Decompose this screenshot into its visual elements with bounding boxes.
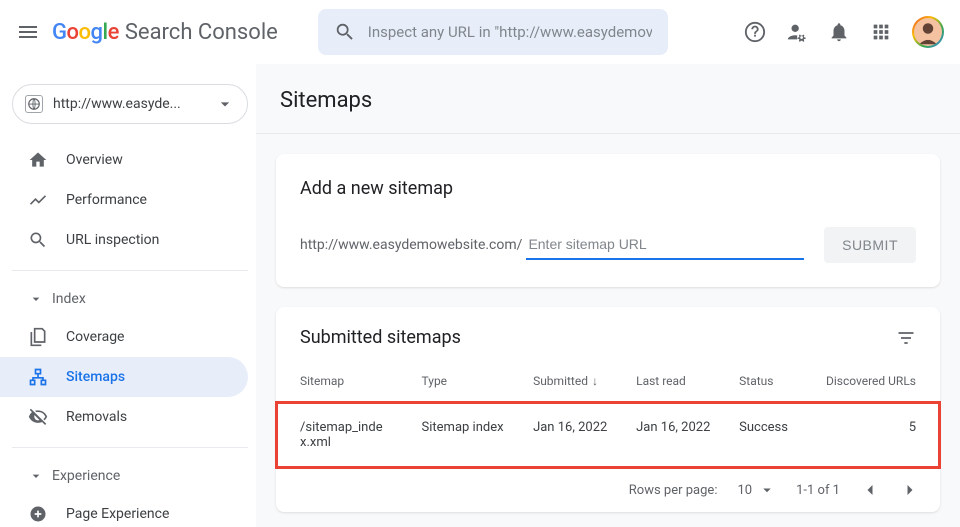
col-status[interactable]: Status bbox=[729, 360, 804, 402]
submitted-sitemaps-card: Submitted sitemaps Sitemap Type Submitte… bbox=[276, 307, 940, 512]
help-icon[interactable] bbox=[744, 21, 766, 43]
property-domain: http://www.easyde... bbox=[53, 96, 215, 112]
search-placeholder: Inspect any URL in "http://www.easydemov bbox=[368, 23, 652, 41]
col-type[interactable]: Type bbox=[412, 360, 524, 402]
col-last-read[interactable]: Last read bbox=[626, 360, 729, 402]
search-icon bbox=[334, 21, 356, 43]
sort-desc-icon: ↓ bbox=[592, 374, 598, 388]
col-sitemap[interactable]: Sitemap bbox=[276, 360, 412, 402]
sidebar-item-coverage[interactable]: Coverage bbox=[0, 317, 248, 357]
sitemaps-table: Sitemap Type Submitted↓ Last read Status… bbox=[276, 360, 940, 468]
sidebar: http://www.easyde... Overview Performanc… bbox=[0, 64, 256, 527]
add-sitemap-card: Add a new sitemap http://www.easydemoweb… bbox=[276, 154, 940, 287]
sidebar-item-sitemaps[interactable]: Sitemaps bbox=[0, 357, 248, 397]
visibility-off-icon bbox=[28, 407, 48, 427]
rows-per-page-select[interactable]: 10 bbox=[737, 481, 776, 499]
plus-circle-icon bbox=[28, 504, 48, 524]
page-range: 1-1 of 1 bbox=[796, 483, 840, 498]
filter-icon[interactable] bbox=[896, 328, 916, 348]
property-selector[interactable]: http://www.easyde... bbox=[12, 84, 248, 124]
sitemap-icon bbox=[28, 367, 48, 387]
pages-icon bbox=[28, 327, 48, 347]
avatar[interactable] bbox=[912, 16, 944, 48]
search-icon bbox=[28, 230, 48, 250]
sidebar-group-index[interactable]: Index bbox=[12, 281, 248, 317]
globe-icon bbox=[27, 97, 41, 111]
trend-icon bbox=[28, 190, 48, 210]
sidebar-item-overview[interactable]: Overview bbox=[0, 140, 248, 180]
next-page-button[interactable] bbox=[900, 480, 920, 500]
prev-page-button[interactable] bbox=[860, 480, 880, 500]
apps-icon[interactable] bbox=[870, 21, 892, 43]
submit-button[interactable]: SUBMIT bbox=[824, 227, 916, 263]
page-title: Sitemaps bbox=[256, 64, 960, 133]
chevron-down-icon bbox=[215, 94, 235, 114]
sidebar-item-page-experience[interactable]: Page Experience bbox=[0, 494, 248, 527]
chevron-down-icon bbox=[758, 481, 776, 499]
table-row[interactable]: /sitemap_index.xml Sitemap index Jan 16,… bbox=[276, 402, 940, 468]
sidebar-item-performance[interactable]: Performance bbox=[0, 180, 248, 220]
notifications-icon[interactable] bbox=[828, 21, 850, 43]
col-discovered[interactable]: Discovered URLs bbox=[804, 360, 940, 402]
paginator: Rows per page: 10 1-1 of 1 bbox=[276, 468, 940, 512]
url-prefix: http://www.easydemowebsite.com/ bbox=[300, 237, 522, 253]
col-submitted[interactable]: Submitted↓ bbox=[523, 360, 626, 402]
brand-logo: Google Search Console bbox=[52, 20, 278, 45]
sidebar-item-removals[interactable]: Removals bbox=[0, 397, 248, 437]
url-inspect-search[interactable]: Inspect any URL in "http://www.easydemov bbox=[318, 9, 668, 55]
chevron-down-icon bbox=[28, 291, 44, 307]
sitemap-url-input[interactable] bbox=[526, 230, 804, 260]
add-sitemap-title: Add a new sitemap bbox=[300, 178, 916, 199]
rows-per-page-label: Rows per page: bbox=[629, 483, 718, 498]
menu-icon[interactable] bbox=[16, 20, 40, 44]
home-icon bbox=[28, 150, 48, 170]
sidebar-group-experience[interactable]: Experience bbox=[12, 458, 248, 494]
submitted-title: Submitted sitemaps bbox=[300, 327, 461, 348]
sidebar-item-url-inspection[interactable]: URL inspection bbox=[0, 220, 248, 260]
account-settings-icon[interactable] bbox=[786, 21, 808, 43]
chevron-down-icon bbox=[28, 468, 44, 484]
